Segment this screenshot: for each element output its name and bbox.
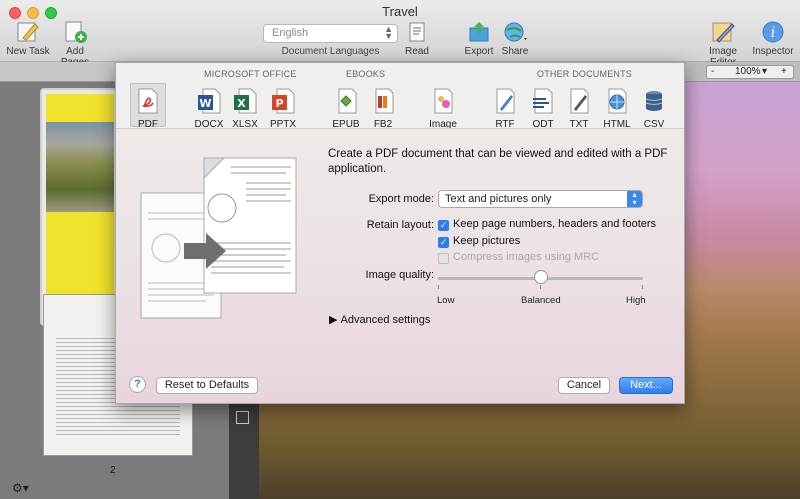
image-quality-slider-knob[interactable]: [533, 270, 548, 284]
format-image[interactable]: Image: [426, 87, 460, 130]
quality-low-label: Low: [437, 295, 455, 306]
format-xlsx[interactable]: X XLSX: [228, 87, 262, 130]
export-mode-select[interactable]: Text and pictures only ▴ ▾: [438, 190, 643, 208]
slider-tick-high: [642, 285, 643, 289]
rtf-icon: [496, 88, 515, 114]
page-thumbnail-1[interactable]: [40, 88, 120, 326]
inspector-button[interactable]: i Inspector: [752, 20, 794, 57]
image-format-icon: [434, 88, 453, 114]
zoom-dropdown-icon[interactable]: ▾: [762, 66, 767, 77]
quality-high-label: High: [626, 295, 646, 306]
document-language-select[interactable]: English ▲ ▼: [263, 24, 398, 43]
keep-pictures-label: Keep pictures: [453, 235, 521, 247]
export-dialog: MICROSOFT OFFICE EBOOKS OTHER DOCUMENTS …: [115, 62, 685, 404]
window-title: Travel: [382, 4, 418, 19]
disclosure-triangle-icon: ▶: [329, 314, 341, 326]
info-icon: i: [762, 21, 784, 43]
zoom-in-button[interactable]: +: [781, 66, 787, 77]
category-ebooks: EBOOKS: [346, 69, 386, 79]
next-button[interactable]: Next...: [619, 377, 673, 394]
format-rtf[interactable]: RTF: [488, 87, 522, 130]
inspector-label: Inspector: [752, 46, 794, 57]
category-other-documents: OTHER DOCUMENTS: [537, 69, 632, 79]
format-description: Create a PDF document that can be viewed…: [328, 148, 668, 175]
format-txt[interactable]: TXT: [562, 87, 596, 130]
svg-text:P: P: [275, 97, 283, 110]
svg-text:i: i: [771, 25, 775, 41]
format-csv[interactable]: CSV: [637, 87, 671, 130]
fb2-icon: [375, 88, 394, 114]
compress-mrc-label: Compress images using MRC: [453, 251, 600, 263]
pdf-icon: [138, 88, 158, 114]
new-task-icon: [17, 22, 39, 42]
share-button[interactable]: Share: [498, 20, 532, 57]
format-pdf[interactable]: PDF: [130, 83, 166, 130]
format-pptx[interactable]: P PPTX: [266, 87, 300, 130]
csv-database-icon: [645, 91, 663, 111]
powerpoint-pptx-icon: P: [272, 88, 295, 114]
epub-icon: [338, 88, 357, 114]
format-html[interactable]: HTML: [600, 87, 634, 130]
zoom-value: 100%: [735, 66, 761, 77]
image-quality-label: Image quality:: [365, 269, 434, 281]
slider-tick-balanced: [540, 285, 541, 289]
excel-xlsx-icon: X: [234, 88, 257, 114]
landscape-photo: [46, 122, 114, 212]
quality-balanced-label: Balanced: [521, 295, 561, 306]
document-language-value: English: [272, 27, 309, 39]
compress-mrc-checkbox[interactable]: [438, 253, 449, 264]
format-epub[interactable]: EPUB: [329, 87, 363, 130]
help-button[interactable]: ?: [129, 376, 146, 393]
read-icon: [409, 22, 425, 42]
format-docx[interactable]: W DOCX: [192, 87, 226, 130]
image-editor-icon: [712, 22, 735, 43]
new-task-button[interactable]: New Task: [6, 20, 50, 57]
format-fb2[interactable]: FB2: [366, 87, 400, 130]
image-editor-button[interactable]: Image Editor: [696, 20, 750, 68]
select-arrows-icon: ▴ ▾: [627, 191, 642, 207]
export-icon: [469, 22, 489, 42]
advanced-settings-label: Advanced settings: [340, 314, 431, 326]
share-globe-icon: [504, 22, 527, 42]
keep-page-numbers-checkbox[interactable]: ✓: [438, 220, 449, 231]
format-odt[interactable]: ODT: [526, 87, 560, 130]
grid-view-icon[interactable]: [236, 411, 249, 424]
read-button[interactable]: Read: [402, 20, 432, 57]
new-task-label: New Task: [6, 46, 50, 57]
word-docx-icon: W: [198, 88, 221, 114]
window-toolbar: Travel New Task Add Pages English ▲▼ Doc…: [0, 0, 800, 68]
read-label: Read: [405, 46, 429, 57]
add-pages-button[interactable]: Add Pages: [52, 20, 98, 68]
select-arrows-icon: ▲ ▼: [384, 24, 393, 41]
export-label: Export: [464, 46, 494, 57]
category-microsoft-office: MICROSOFT OFFICE: [204, 69, 297, 79]
zoom-out-button[interactable]: -: [711, 66, 714, 77]
export-mode-label: Export mode:: [368, 193, 434, 205]
document-languages-caption: Document Languages: [281, 46, 380, 57]
keep-page-numbers-label: Keep page numbers, headers and footers: [453, 218, 657, 230]
retain-layout-label: Retain layout:: [366, 219, 434, 231]
add-pages-icon: [65, 21, 87, 43]
zoom-control[interactable]: - 100% ▾ +: [706, 65, 794, 79]
slider-tick-low: [438, 285, 439, 289]
page-thumbnail-1-content: [46, 94, 114, 320]
page-number: 2: [110, 465, 116, 476]
pdf-conversion-illustration: [140, 157, 297, 319]
advanced-settings-disclosure[interactable]: ▶ Advanced settings: [329, 313, 430, 326]
svg-text:X: X: [237, 97, 246, 110]
odt-icon: [533, 88, 553, 114]
svg-text:W: W: [199, 97, 211, 110]
reset-defaults-button[interactable]: Reset to Defaults: [156, 377, 258, 394]
share-label: Share: [501, 46, 529, 57]
export-button[interactable]: Export: [462, 20, 496, 57]
txt-icon: [570, 88, 589, 114]
export-mode-value: Text and pictures only: [445, 193, 552, 205]
cancel-button[interactable]: Cancel: [558, 377, 610, 394]
gear-icon[interactable]: ⚙▾: [12, 481, 29, 495]
html-globe-icon: [608, 88, 627, 114]
keep-pictures-checkbox[interactable]: ✓: [438, 237, 449, 248]
